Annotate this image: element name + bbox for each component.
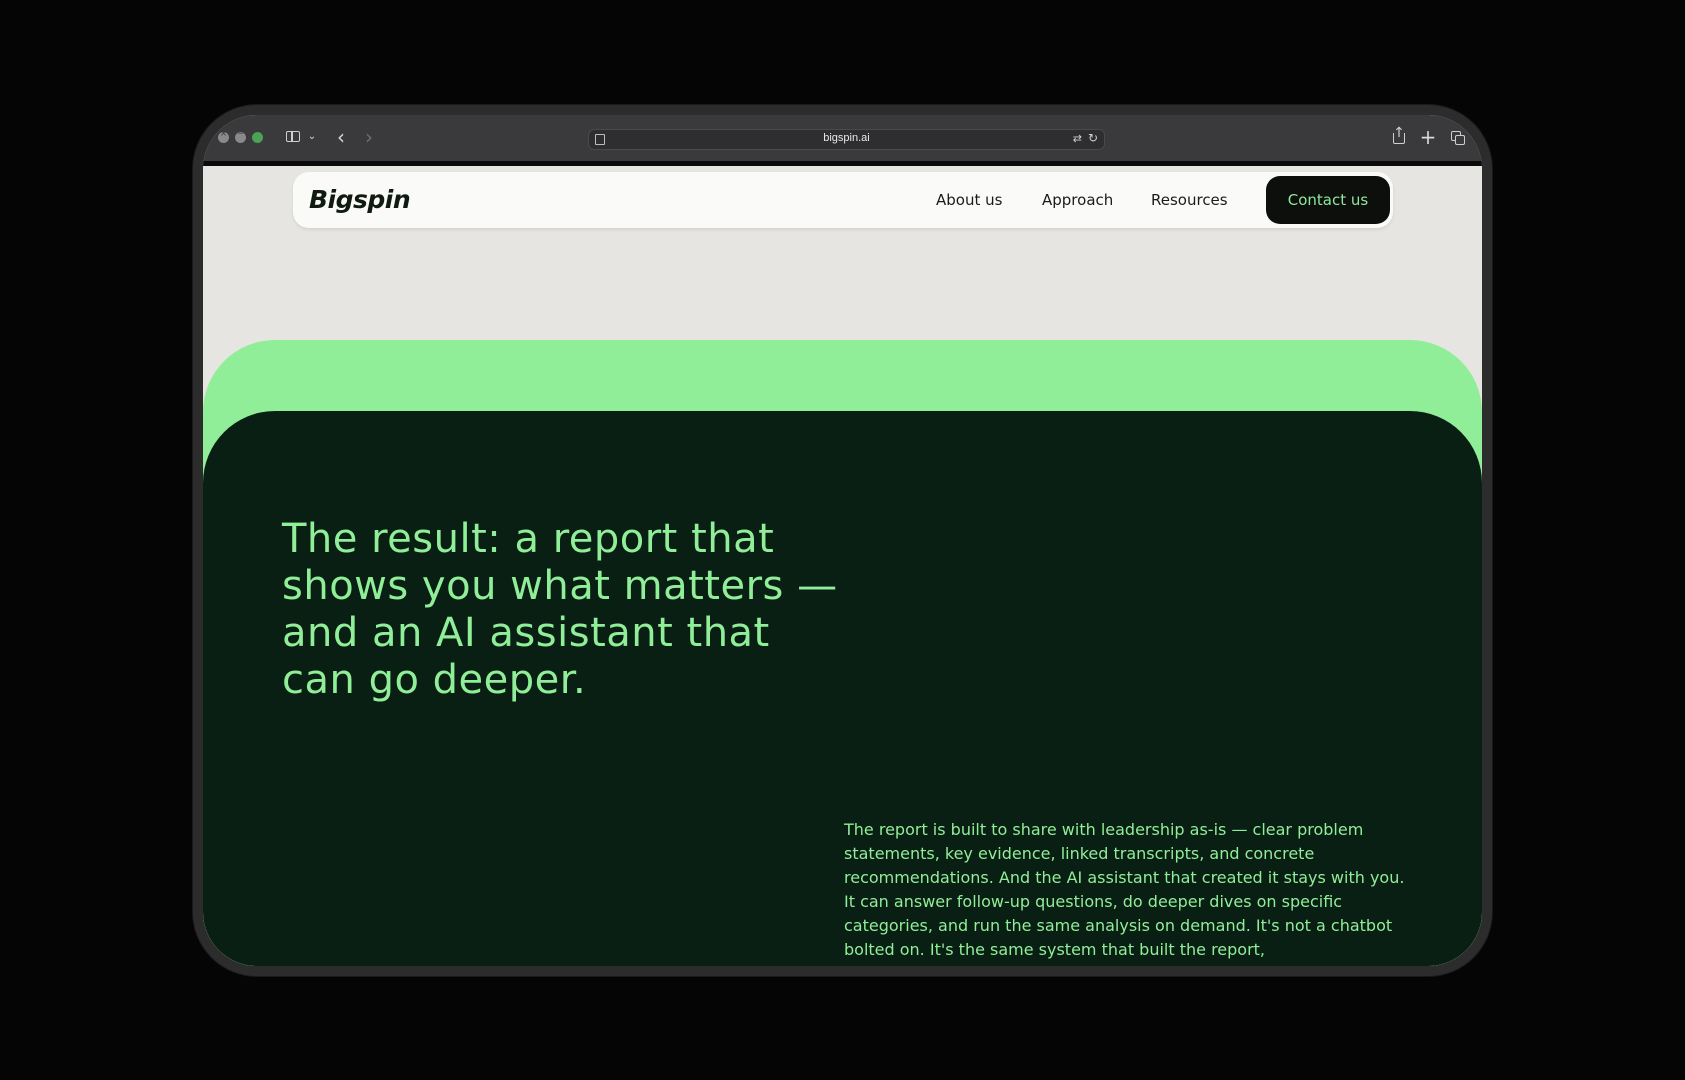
- address-bar[interactable]: bigspin.ai ⇄ ↻: [588, 129, 1105, 150]
- browser-window: × − ⌄ ‹ › bigspin.ai ⇄ ↻ ↑ + Bigspin Abo…: [203, 115, 1482, 966]
- browser-toolbar: × − ⌄ ‹ › bigspin.ai ⇄ ↻ ↑ +: [203, 115, 1482, 166]
- site-navbar: Bigspin About us Approach Resources Cont…: [293, 172, 1393, 228]
- translate-icon[interactable]: ⇄: [1073, 132, 1082, 145]
- sidebar-icon[interactable]: [283, 126, 303, 148]
- section-body-text: The report is built to share with leader…: [844, 820, 1405, 959]
- chevron-down-icon[interactable]: ⌄: [306, 126, 318, 148]
- nav-link-approach[interactable]: Approach: [1042, 191, 1113, 209]
- web-page: Bigspin About us Approach Resources Cont…: [203, 166, 1482, 966]
- content-panel: The result: a report that shows you what…: [203, 411, 1482, 966]
- forward-icon[interactable]: ›: [361, 126, 377, 148]
- device-frame: × − ⌄ ‹ › bigspin.ai ⇄ ↻ ↑ + Bigspin Abo…: [193, 105, 1492, 976]
- tabs-icon[interactable]: [1449, 126, 1467, 148]
- maximize-window-button[interactable]: [252, 132, 263, 143]
- section-headline: The result: a report that shows you what…: [282, 516, 838, 703]
- back-icon[interactable]: ‹: [333, 126, 349, 148]
- nav-link-resources[interactable]: Resources: [1151, 191, 1228, 209]
- nav-link-about[interactable]: About us: [936, 191, 1002, 209]
- reload-icon[interactable]: ↻: [1088, 131, 1098, 145]
- minimize-window-button[interactable]: −: [235, 129, 246, 143]
- url-text: bigspin.ai: [823, 132, 870, 144]
- contact-button[interactable]: Contact us: [1266, 176, 1390, 224]
- plus-icon[interactable]: +: [1419, 126, 1437, 148]
- close-window-button[interactable]: ×: [218, 129, 229, 143]
- site-logo[interactable]: Bigspin: [309, 185, 411, 214]
- share-icon[interactable]: ↑: [1390, 125, 1408, 148]
